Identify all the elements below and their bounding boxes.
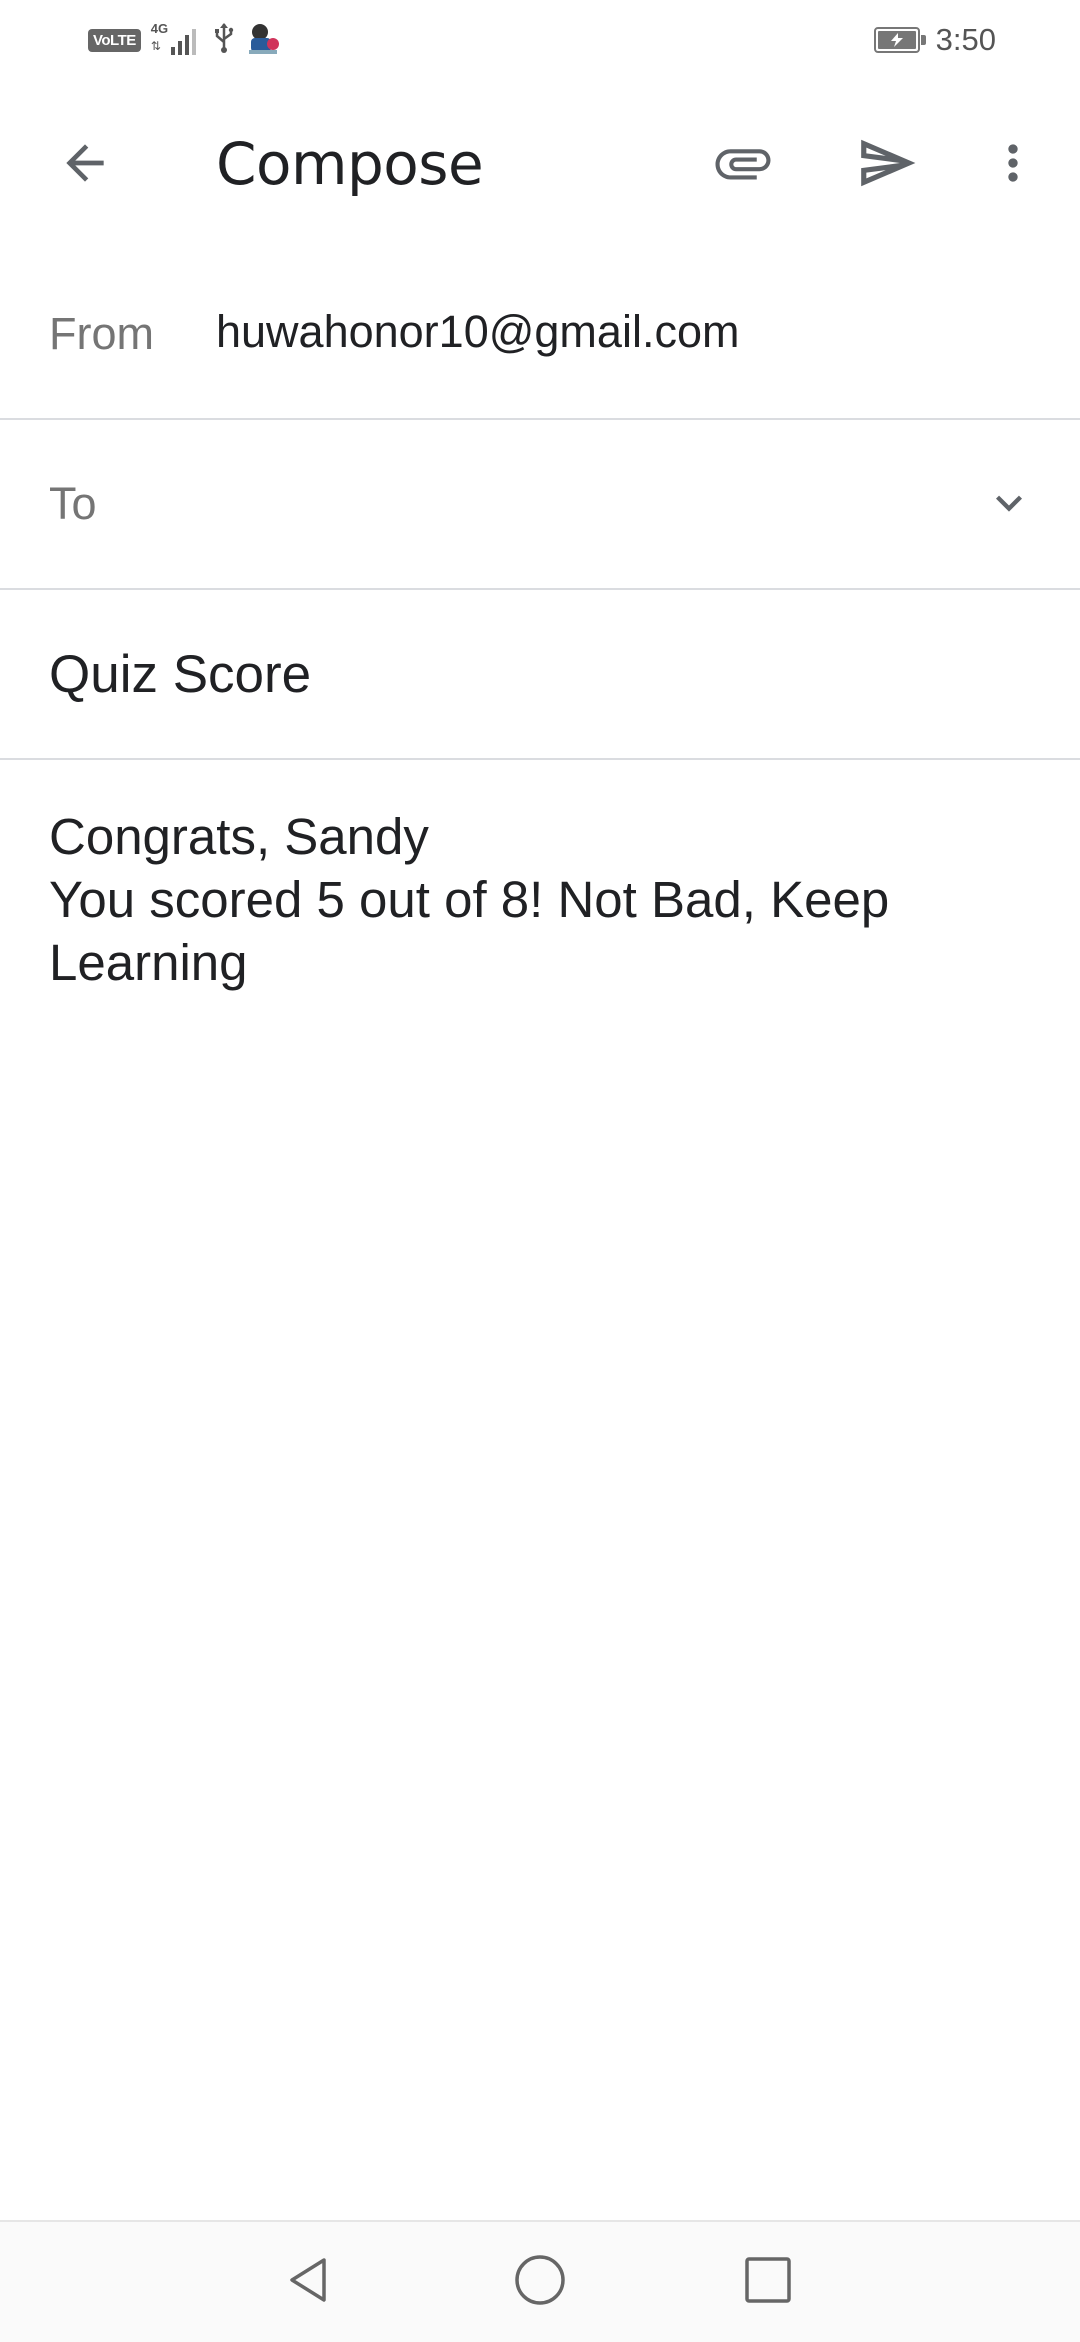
attach-button[interactable] — [698, 120, 788, 210]
nav-recents-button[interactable] — [728, 2242, 808, 2322]
nav-home-button[interactable] — [500, 2242, 580, 2322]
clock: 3:50 — [935, 22, 996, 57]
network-type-label: 4G — [150, 21, 169, 36]
data-activity-icon: ⇅ — [150, 39, 161, 53]
nav-recents-icon — [740, 2252, 796, 2313]
status-icons-right: 3:50 — [873, 20, 996, 60]
app-bar: Compose — [0, 100, 1080, 230]
subject-field[interactable]: Quiz Score — [0, 590, 1080, 760]
arrow-back-icon — [57, 135, 113, 196]
send-button[interactable] — [842, 120, 932, 210]
status-bar: VoLTE 4G ⇅ 3:50 — [0, 0, 1080, 80]
from-label: From — [49, 308, 154, 359]
page-title: Compose — [216, 130, 484, 198]
nav-back-icon — [280, 2252, 336, 2313]
send-icon — [856, 132, 918, 199]
to-expand-button[interactable] — [974, 470, 1044, 540]
to-field[interactable]: To — [0, 420, 1080, 590]
usb-icon — [213, 22, 235, 59]
battery-icon — [873, 27, 926, 53]
back-button[interactable] — [40, 120, 130, 210]
more-vert-icon — [985, 135, 1041, 196]
body-line: You scored 5 out of 8! Not Bad, Keep — [49, 871, 890, 928]
from-field[interactable]: From huwahonor10@gmail.com — [0, 250, 1080, 420]
chevron-down-icon — [983, 477, 1035, 534]
system-nav-bar — [0, 2220, 1080, 2342]
volte-badge: VoLTE — [88, 28, 141, 52]
body-line: Congrats, Sandy — [49, 808, 429, 865]
signal-icon: 4G ⇅ — [150, 21, 203, 57]
compose-body[interactable]: Congrats, Sandy You scored 5 out of 8! N… — [49, 805, 1049, 994]
from-value[interactable]: huwahonor10@gmail.com — [216, 306, 739, 358]
body-line: Learning — [49, 934, 248, 991]
app-notification-icon — [245, 20, 281, 61]
nav-back-button[interactable] — [268, 2242, 348, 2322]
subject-value[interactable]: Quiz Score — [49, 644, 311, 705]
status-icons-left: VoLTE 4G ⇅ — [88, 20, 281, 61]
paperclip-icon — [710, 130, 776, 201]
to-label: To — [49, 478, 97, 529]
more-options-button[interactable] — [968, 120, 1058, 210]
nav-home-icon — [512, 2252, 568, 2313]
